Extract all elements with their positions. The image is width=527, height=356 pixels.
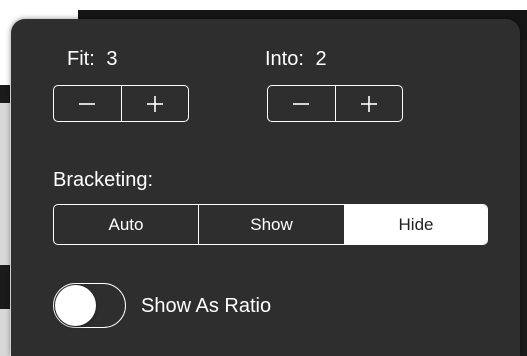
into-value: 2: [315, 48, 327, 70]
fit-label-row: Fit: 3: [67, 47, 117, 71]
background-sliver: [0, 309, 10, 356]
plus-icon: [146, 95, 163, 112]
into-label: Into:: [265, 48, 304, 70]
background-sliver: [0, 103, 10, 265]
background-edge-left: [0, 85, 10, 356]
show-as-ratio-toggle[interactable]: [53, 283, 126, 328]
plus-icon: [360, 95, 377, 112]
bracketing-segmented-control[interactable]: Auto Show Hide: [53, 204, 488, 245]
toggle-knob: [55, 285, 96, 326]
into-increment-button[interactable]: [334, 86, 403, 121]
bracketing-option-hide[interactable]: Hide: [344, 205, 487, 244]
background-edge-right: [520, 40, 527, 356]
into-decrement-button[interactable]: [268, 86, 335, 121]
bracketing-option-show[interactable]: Show: [198, 205, 344, 244]
fit-decrement-button[interactable]: [54, 86, 121, 121]
fit-label: Fit:: [67, 48, 95, 70]
bracketing-option-auto[interactable]: Auto: [54, 205, 198, 244]
into-label-row: Into: 2: [265, 47, 327, 71]
into-stepper[interactable]: [267, 85, 403, 122]
fit-increment-button[interactable]: [120, 86, 189, 121]
fit-value: 3: [106, 48, 118, 70]
minus-icon: [79, 102, 96, 105]
bracketing-label: Bracketing:: [53, 169, 154, 191]
minus-icon: [293, 102, 310, 105]
settings-popover: Fit: 3 Into: 2 Bracketing: Auto Show Hid…: [11, 19, 520, 356]
fit-stepper[interactable]: [53, 85, 189, 122]
show-as-ratio-label: Show As Ratio: [141, 295, 272, 317]
